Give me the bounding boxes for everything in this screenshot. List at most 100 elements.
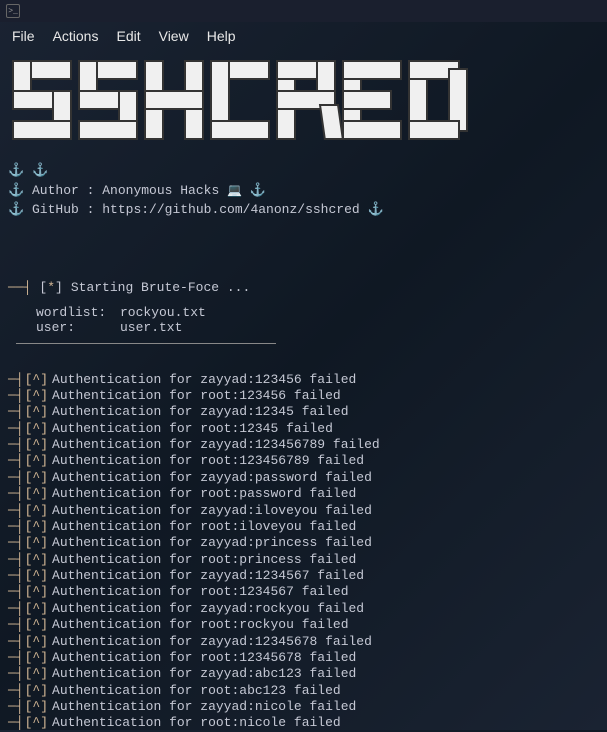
attempt-line: ─┤ [^] Authentication for zayyad:abc123 … bbox=[8, 666, 599, 682]
status-bracket: [^] bbox=[25, 486, 48, 502]
status-bracket: [^] bbox=[25, 404, 48, 420]
anchor-icon: ⚓ bbox=[250, 183, 266, 198]
line-prefix: ─┤ bbox=[8, 666, 24, 682]
wordlist-label: wordlist: bbox=[36, 305, 108, 320]
status-bracket: [^] bbox=[25, 552, 48, 568]
attempt-text: Authentication for zayyad:12345678 faile… bbox=[52, 634, 372, 650]
attempt-line: ─┤ [^] Authentication for root:nicole fa… bbox=[8, 715, 599, 731]
author-value: Anonymous Hacks bbox=[102, 183, 219, 198]
attempt-text: Authentication for zayyad:rockyou failed bbox=[52, 601, 364, 617]
line-prefix: ─┤ bbox=[8, 650, 24, 666]
line-prefix: ─┤ bbox=[8, 699, 24, 715]
status-bracket: [^] bbox=[25, 568, 48, 584]
status-bracket: [^] bbox=[25, 650, 48, 666]
attempt-text: Authentication for root:iloveyou failed bbox=[52, 519, 356, 535]
attempt-text: Authentication for zayyad:abc123 failed bbox=[52, 666, 356, 682]
status-bracket: [^] bbox=[25, 535, 48, 551]
attempt-text: Authentication for zayyad:iloveyou faile… bbox=[52, 503, 372, 519]
line-prefix: ─┤ bbox=[8, 568, 24, 584]
attempt-text: Authentication for root:123456789 failed bbox=[52, 453, 364, 469]
line-prefix: ─┤ bbox=[8, 404, 24, 420]
line-prefix: ─┤ bbox=[8, 634, 24, 650]
attempt-line: ─┤ [^] Authentication for root:123456 fa… bbox=[8, 388, 599, 404]
attempt-text: Authentication for zayyad:12345 failed bbox=[52, 404, 348, 420]
bracket-close: ] bbox=[55, 280, 63, 295]
status-bracket: [^] bbox=[25, 453, 48, 469]
status-bracket: [^] bbox=[25, 388, 48, 404]
user-value: user.txt bbox=[120, 320, 182, 335]
attempt-text: Authentication for root:password failed bbox=[52, 486, 356, 502]
attempt-line: ─┤ [^] Authentication for zayyad:princes… bbox=[8, 535, 599, 551]
menu-edit[interactable]: Edit bbox=[116, 28, 140, 44]
status-bracket: [^] bbox=[25, 617, 48, 633]
status-bracket: [^] bbox=[25, 699, 48, 715]
status-bracket: [^] bbox=[25, 437, 48, 453]
laptop-icon: 💻 bbox=[227, 182, 242, 200]
line-prefix: ─┤ bbox=[8, 601, 24, 617]
anchor-icon: ⚓ bbox=[368, 202, 384, 217]
github-value: https://github.com/4anonz/sshcred bbox=[102, 202, 359, 217]
line-prefix: ─┤ bbox=[8, 519, 24, 535]
attempts-list: ─┤ [^] Authentication for zayyad:123456 … bbox=[8, 372, 599, 732]
wordlist-value: rockyou.txt bbox=[120, 305, 206, 320]
menu-actions[interactable]: Actions bbox=[53, 28, 99, 44]
attempt-line: ─┤ [^] Authentication for zayyad:1234567… bbox=[8, 437, 599, 453]
attempt-line: ─┤ [^] Authentication for root:12345 fai… bbox=[8, 421, 599, 437]
attempt-line: ─┤ [^] Authentication for root:1234567 f… bbox=[8, 584, 599, 600]
ascii-banner: .block-text { font-family: 'Arial Black'… bbox=[8, 52, 599, 151]
line-prefix: ─┤ bbox=[8, 470, 24, 486]
attempt-text: Authentication for root:nicole failed bbox=[52, 715, 341, 731]
attempt-line: ─┤ [^] Authentication for root:rockyou f… bbox=[8, 617, 599, 633]
line-prefix: ─┤ bbox=[8, 683, 24, 699]
attempt-text: Authentication for root:123456 failed bbox=[52, 388, 341, 404]
attempt-line: ─┤ [^] Authentication for zayyad:iloveyo… bbox=[8, 503, 599, 519]
attempt-line: ─┤ [^] Authentication for zayyad:nicole … bbox=[8, 699, 599, 715]
attempt-text: Authentication for zayyad:princess faile… bbox=[52, 535, 372, 551]
menu-view[interactable]: View bbox=[159, 28, 189, 44]
status-bracket: [^] bbox=[25, 421, 48, 437]
status-bracket: [^] bbox=[25, 470, 48, 486]
terminal-icon: >_ bbox=[6, 4, 20, 18]
attempt-line: ─┤ [^] Authentication for zayyad:123456 … bbox=[8, 372, 599, 388]
attempt-text: Authentication for root:princess failed bbox=[52, 552, 356, 568]
attempt-line: ─┤ [^] Authentication for root:password … bbox=[8, 486, 599, 502]
status-bracket: [^] bbox=[25, 584, 48, 600]
attempt-line: ─┤ [^] Authentication for zayyad:1234567… bbox=[8, 634, 599, 650]
attempt-line: ─┤ [^] Authentication for root:12345678 … bbox=[8, 650, 599, 666]
status-bracket: [^] bbox=[25, 634, 48, 650]
menu-file[interactable]: File bbox=[12, 28, 35, 44]
line-prefix: ─┤ bbox=[8, 372, 24, 388]
divider bbox=[16, 343, 276, 344]
info-block: ⚓ ⚓ ⚓ Author : Anonymous Hacks 💻 ⚓ ⚓ bbox=[8, 161, 599, 220]
menu-help[interactable]: Help bbox=[207, 28, 236, 44]
attempt-text: Authentication for root:12345678 failed bbox=[52, 650, 356, 666]
anchor-icon: ⚓ bbox=[8, 163, 24, 178]
attempt-text: Authentication for root:rockyou failed bbox=[52, 617, 348, 633]
anchor-icon: ⚓ bbox=[8, 202, 24, 217]
anchor-icon: ⚓ bbox=[32, 163, 48, 178]
line-prefix: ─┤ bbox=[8, 552, 24, 568]
star-icon: * bbox=[47, 280, 55, 295]
attempt-line: ─┤ [^] Authentication for zayyad:rockyou… bbox=[8, 601, 599, 617]
status-bracket: [^] bbox=[25, 715, 48, 731]
terminal-output: .block-text { font-family: 'Arial Black'… bbox=[0, 52, 607, 732]
status-bracket: [^] bbox=[25, 372, 48, 388]
attempt-text: Authentication for root:1234567 failed bbox=[52, 584, 348, 600]
status-bracket: [^] bbox=[25, 503, 48, 519]
attempt-text: Authentication for zayyad:123456789 fail… bbox=[52, 437, 380, 453]
config-block: wordlist: rockyou.txt user: user.txt bbox=[36, 305, 599, 335]
attempt-line: ─┤ [^] Authentication for zayyad:1234567… bbox=[8, 568, 599, 584]
attempt-line: ─┤ [^] Authentication for zayyad:passwor… bbox=[8, 470, 599, 486]
line-prefix: ─┤ bbox=[8, 617, 24, 633]
line-prefix: ─┤ bbox=[8, 584, 24, 600]
line-prefix: ─┤ bbox=[8, 535, 24, 551]
line-prefix: ─┤ bbox=[8, 486, 24, 502]
author-label: Author : bbox=[32, 183, 94, 198]
attempt-text: Authentication for zayyad:123456 failed bbox=[52, 372, 356, 388]
window-titlebar: >_ bbox=[0, 0, 607, 22]
attempt-line: ─┤ [^] Authentication for root:iloveyou … bbox=[8, 519, 599, 535]
line-prefix: ──┤ bbox=[8, 280, 31, 295]
menubar: File Actions Edit View Help bbox=[0, 22, 607, 52]
attempt-text: Authentication for zayyad:1234567 failed bbox=[52, 568, 364, 584]
status-bracket: [^] bbox=[25, 666, 48, 682]
